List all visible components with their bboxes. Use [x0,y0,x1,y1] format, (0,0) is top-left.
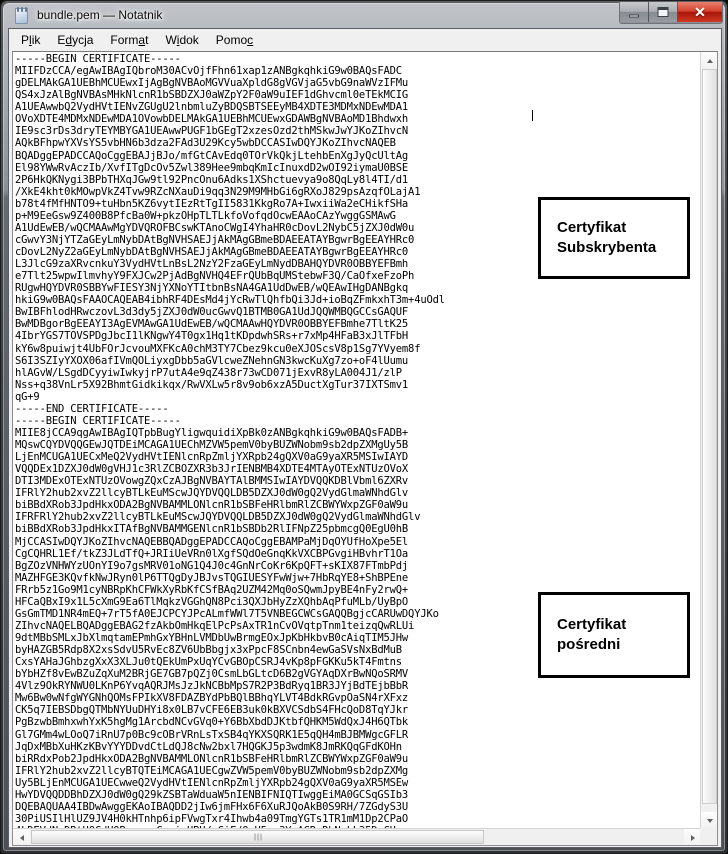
vertical-scrollbar[interactable] [700,52,717,829]
scroll-left-button[interactable] [13,829,30,845]
caption-buttons: ✕ [619,2,723,24]
scroll-right-button[interactable] [684,829,701,845]
menu-item-view[interactable]: Widok [157,31,207,49]
chevron-up-icon [706,58,713,63]
annotation-subscriber-certificate: Certyfikat Subskrybenta [538,197,690,279]
scroll-up-button[interactable] [701,52,717,69]
chevron-right-icon [690,834,695,841]
notepad-icon [14,7,29,24]
menu-item-file[interactable]: Plik [13,31,49,49]
close-icon: ✕ [694,4,706,20]
annotation-intermediate-certificate: Certyfikat pośredni [538,592,690,678]
close-button[interactable]: ✕ [678,2,722,22]
menu-bar: Plik Edycja Format Widok Pomoc [9,29,721,50]
annotation-subscriber-label: Certyfikat Subskrybenta [557,218,657,256]
window-title: bundle.pem — Notatnik [37,8,163,22]
horizontal-scroll-thumb[interactable] [31,830,484,844]
annotation-intermediate-label: Certyfikat pośredni [557,615,627,653]
certificate-text[interactable]: -----BEGIN CERTIFICATE----- MIIFDzCCA/eg… [15,53,701,829]
minimize-icon [629,14,639,18]
menu-item-edit[interactable]: Edycja [49,31,102,49]
chevron-left-icon [19,834,24,841]
maximize-icon [657,7,669,17]
text-editor[interactable]: -----BEGIN CERTIFICATE----- MIIFDzCCA/eg… [13,52,701,829]
minimize-button[interactable] [620,2,649,22]
client-area: Plik Edycja Format Widok Pomoc -----BEGI… [8,28,722,848]
notepad-window: bundle.pem — Notatnik ✕ Plik Edycja Form… [0,0,728,854]
text-caret [532,110,533,121]
scroll-down-button[interactable] [701,812,717,829]
menu-item-help[interactable]: Pomoc [208,31,262,49]
chevron-down-icon [706,818,713,823]
menu-item-format[interactable]: Format [102,31,157,49]
editor-frame: -----BEGIN CERTIFICATE----- MIIFDzCCA/eg… [12,51,718,846]
grip-icon [254,833,261,841]
vertical-scroll-thumb[interactable] [702,69,717,804]
title-bar[interactable]: bundle.pem — Notatnik ✕ [1,1,728,29]
horizontal-scrollbar[interactable] [13,828,701,845]
maximize-button[interactable] [649,2,678,22]
scrollbar-corner [700,828,717,845]
